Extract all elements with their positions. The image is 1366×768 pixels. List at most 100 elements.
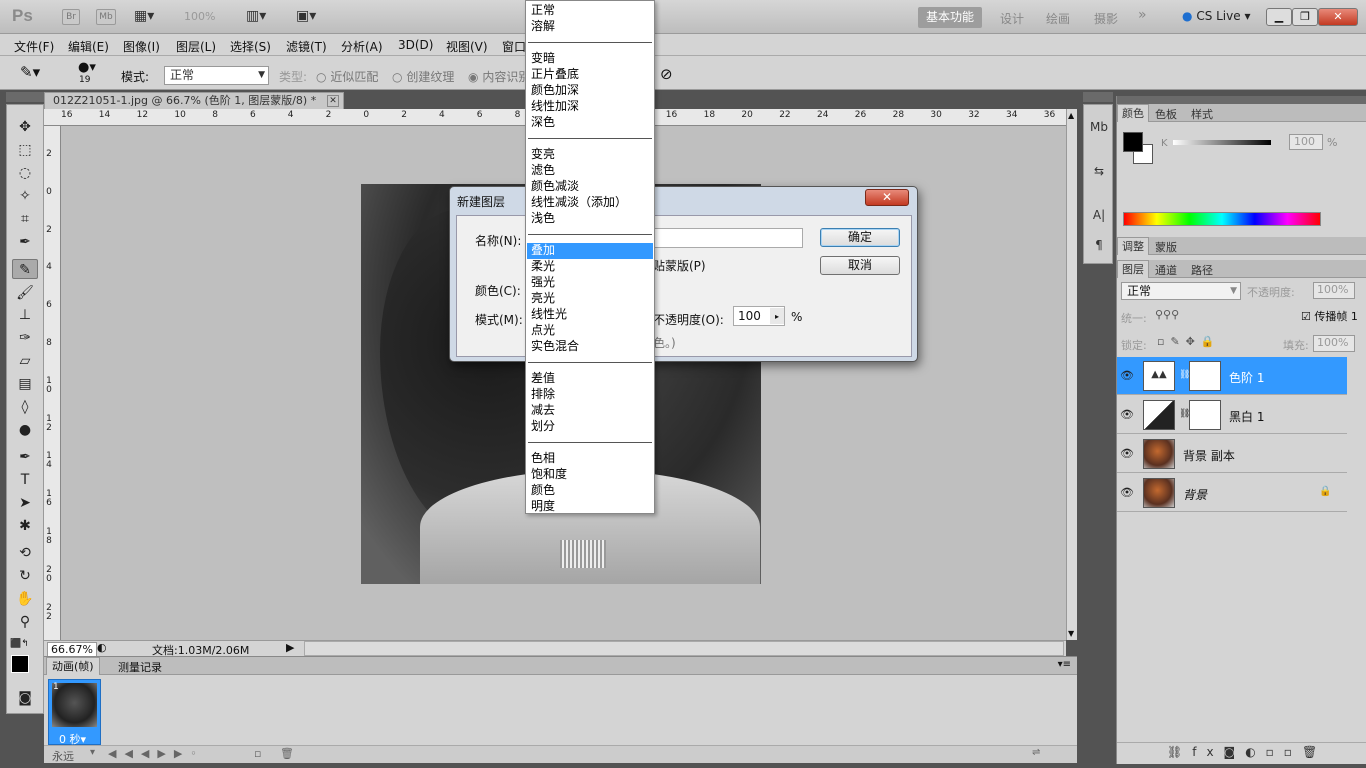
near-match-radio[interactable]: ○ 近似匹配	[316, 68, 378, 85]
blend-mode-option[interactable]: 颜色	[527, 483, 653, 499]
color-spectrum[interactable]	[1123, 212, 1321, 226]
history-icon[interactable]: ⇆	[1089, 161, 1109, 181]
eraser-tool-icon[interactable]: ▱	[12, 351, 38, 371]
layer-opacity-field[interactable]: 100%	[1313, 282, 1355, 299]
menu-image[interactable]: 图像(I)	[123, 38, 160, 55]
mini-bridge-button[interactable]: Mb	[96, 9, 116, 25]
healing-brush-tool-icon[interactable]: ✎	[12, 259, 38, 279]
menu-window[interactable]: 窗口	[502, 38, 526, 55]
blend-mode-option[interactable]: 明度	[527, 499, 653, 515]
duplicate-frame-icon[interactable]: ▫	[254, 747, 261, 760]
tab-styles[interactable]: 样式	[1191, 106, 1213, 122]
color-foreground-swatch[interactable]	[1123, 132, 1143, 152]
horizontal-scrollbar[interactable]	[304, 641, 1064, 656]
view-extras-icon[interactable]: ▦▾	[134, 8, 154, 24]
dialog-close-button[interactable]: ✕	[865, 189, 909, 206]
tool-preset-picker[interactable]: ✎▾	[20, 63, 40, 81]
layer-fill-field[interactable]: 100%	[1313, 335, 1355, 352]
mini-bridge-icon[interactable]: Mb	[1089, 117, 1109, 137]
blend-mode-option[interactable]: 亮光	[527, 291, 653, 307]
menu-filter[interactable]: 滤镜(T)	[286, 38, 327, 55]
eye-icon[interactable]: 👁	[1120, 486, 1134, 499]
blend-mode-option[interactable]: 色相	[527, 451, 653, 467]
blend-mode-option[interactable]: 溶解	[527, 19, 653, 35]
blend-mode-option[interactable]: 饱和度	[527, 467, 653, 483]
menu-select[interactable]: 选择(S)	[230, 38, 271, 55]
layers-panel-footer-icons[interactable]: ⛓fx◙◐▫▫🗑	[1117, 742, 1366, 762]
scroll-up-icon[interactable]: ▲	[1068, 111, 1074, 120]
delete-frame-icon[interactable]: 🗑	[280, 747, 294, 760]
layer-row-background-copy[interactable]: 👁 背景 副本	[1117, 435, 1347, 473]
3d-orbit-tool-icon[interactable]: ↻	[12, 566, 38, 586]
layer-mask-thumbnail[interactable]	[1189, 361, 1221, 391]
blend-mode-option[interactable]: 正常	[527, 3, 653, 19]
pen-tool-icon[interactable]: ✒	[12, 447, 38, 467]
blend-mode-option[interactable]: 排除	[527, 387, 653, 403]
lasso-tool-icon[interactable]: ◌	[12, 163, 38, 183]
blend-mode-option[interactable]: 变亮	[527, 147, 653, 163]
panel-menu-icon[interactable]: ▾≡	[1058, 659, 1071, 670]
k-value-field[interactable]: 100	[1289, 134, 1323, 150]
screen-mode-icon[interactable]: ▣▾	[296, 8, 316, 24]
toolbox-header[interactable]	[6, 92, 44, 102]
convert-timeline-icon[interactable]: ⇌	[1032, 747, 1040, 758]
content-aware-radio[interactable]: ◉ 内容识别	[468, 68, 530, 85]
opacity-input[interactable]: 100 ▸	[733, 306, 785, 326]
k-slider[interactable]	[1173, 140, 1271, 145]
mode-select[interactable]: 正常 ▼	[164, 66, 269, 85]
tab-channels[interactable]: 通道	[1155, 262, 1177, 278]
workspace-photography[interactable]: 摄影	[1094, 10, 1118, 27]
cancel-button[interactable]: 取消	[820, 256, 900, 275]
layer-row-background[interactable]: 👁 背景 🔒	[1117, 474, 1347, 512]
blend-mode-option[interactable]: 实色混合	[527, 339, 653, 355]
foreground-color[interactable]	[11, 655, 29, 673]
tab-animation-frames[interactable]: 动画(帧)	[46, 657, 100, 675]
document-tab[interactable]: 012Z21051-1.jpg @ 66.7% (色阶 1, 图层蒙版/8) *…	[44, 92, 344, 109]
unify-icons[interactable]: ⚲⚲⚲	[1155, 308, 1179, 321]
blend-mode-option[interactable]: 颜色减淡	[527, 179, 653, 195]
loop-select[interactable]: 永远	[52, 748, 74, 764]
type-tool-icon[interactable]: T	[12, 470, 38, 490]
animation-frame[interactable]: 1 0 秒▾	[48, 679, 101, 746]
workspace-design[interactable]: 设计	[1000, 10, 1024, 27]
scroll-down-icon[interactable]: ▼	[1068, 629, 1074, 638]
marquee-tool-icon[interactable]: ⬚	[12, 140, 38, 160]
character-icon[interactable]: A|	[1089, 205, 1109, 225]
blend-mode-option[interactable]: 差值	[527, 371, 653, 387]
status-info-icon[interactable]: ◐	[97, 641, 107, 654]
menu-file[interactable]: 文件(F)	[14, 38, 54, 55]
cs-live-button[interactable]: ● CS Live ▾	[1182, 9, 1250, 23]
blend-mode-option[interactable]: 线性加深	[527, 99, 653, 115]
close-document-icon[interactable]: ✕	[327, 95, 339, 107]
blend-mode-option[interactable]: 划分	[527, 419, 653, 435]
zoom-level[interactable]: 100%	[184, 10, 215, 23]
clone-stamp-tool-icon[interactable]: ⊥	[12, 305, 38, 325]
tab-color[interactable]: 颜色	[1117, 104, 1149, 122]
blend-mode-option[interactable]: 点光	[527, 323, 653, 339]
blend-mode-option[interactable]: 叠加	[527, 243, 653, 259]
blur-tool-icon[interactable]: ◊	[12, 397, 38, 417]
swap-colors-icon[interactable]: ⬛↰	[10, 639, 29, 649]
blend-mode-option[interactable]: 滤色	[527, 163, 653, 179]
loop-chevron-icon[interactable]: ▾	[90, 747, 95, 758]
zoom-tool-icon[interactable]: ⚲	[12, 612, 38, 632]
3d-rotate-tool-icon[interactable]: ⟲	[12, 543, 38, 563]
layer-row-levels[interactable]: 👁 ▲▲ ⛓ 色阶 1	[1117, 357, 1347, 395]
blend-mode-option[interactable]: 线性光	[527, 307, 653, 323]
tab-swatches[interactable]: 色板	[1155, 106, 1177, 122]
pressure-size-icon[interactable]: ⊘	[660, 65, 673, 83]
history-brush-tool-icon[interactable]: ✑	[12, 328, 38, 348]
status-menu-arrow-icon[interactable]: ▶	[286, 641, 294, 654]
blend-mode-option[interactable]: 颜色加深	[527, 83, 653, 99]
workspace-essentials[interactable]: 基本功能	[918, 7, 982, 28]
more-workspaces-button[interactable]: »	[1138, 7, 1147, 23]
quick-select-tool-icon[interactable]: ✧	[12, 186, 38, 206]
blend-mode-option[interactable]: 深色	[527, 115, 653, 131]
clip-mask-checkbox-label[interactable]: 贴蒙版(P)	[653, 257, 706, 274]
menu-view[interactable]: 视图(V)	[446, 38, 488, 55]
hand-tool-icon[interactable]: ✋	[12, 589, 38, 609]
move-tool-icon[interactable]: ✥	[12, 117, 38, 137]
restore-button[interactable]: ❐	[1292, 8, 1318, 26]
zoom-field[interactable]: 66.67%	[47, 642, 97, 657]
opacity-arrow-icon[interactable]: ▸	[770, 308, 784, 324]
